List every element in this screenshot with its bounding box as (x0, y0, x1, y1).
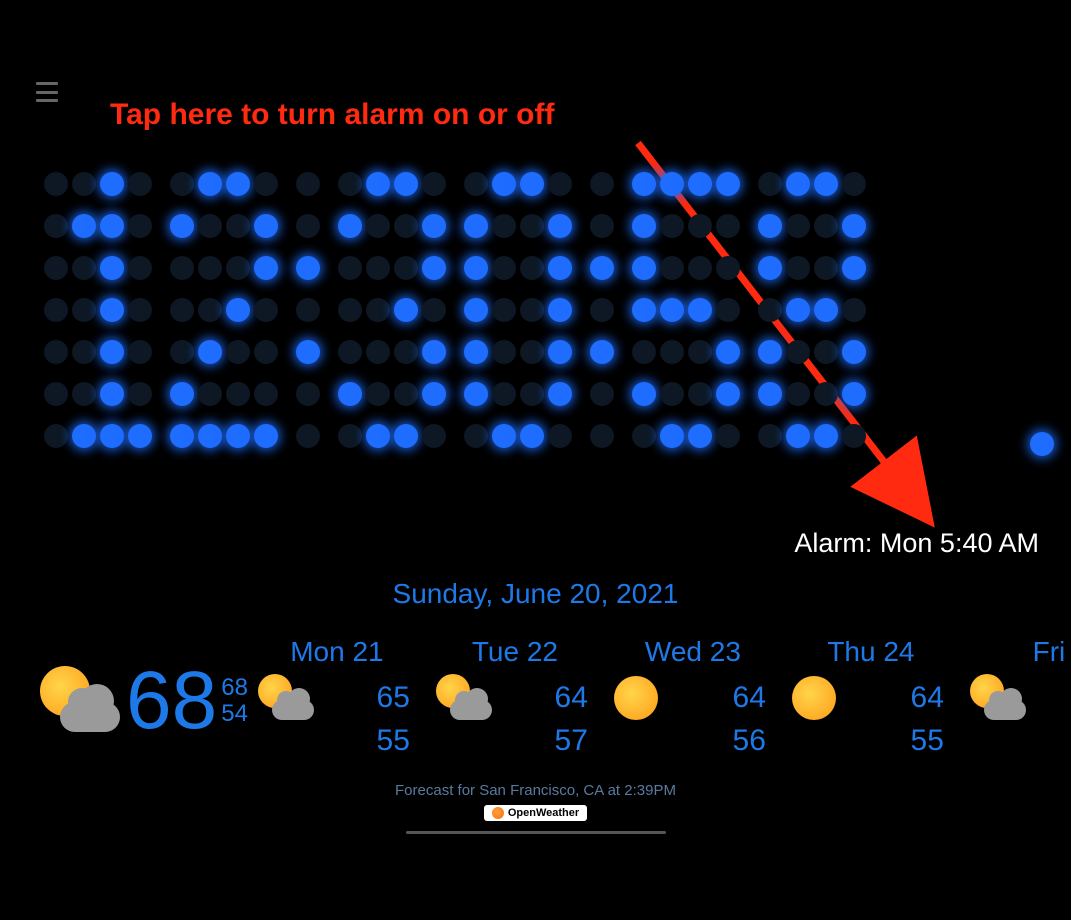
partly-cloudy-icon (434, 674, 492, 722)
forecast-day-label: Tue 22 (472, 636, 558, 668)
forecast-footer: Forecast for San Francisco, CA at 2:39PM… (0, 782, 1071, 834)
forecast-high: 64 (911, 681, 944, 715)
forecast-high: 64 (555, 681, 588, 715)
openweather-badge[interactable]: OpenWeather (484, 805, 587, 821)
alarm-time: Mon 5:40 AM (880, 528, 1039, 558)
clock-colon (296, 172, 320, 448)
forecast-day: Fri (960, 636, 1071, 758)
today-temp: 68 (126, 660, 217, 742)
partly-cloudy-icon (36, 666, 120, 736)
clock-colon (590, 172, 614, 448)
clock-digit (170, 172, 278, 448)
annotation-text: Tap here to turn alarm on or off (110, 98, 554, 132)
forecast-day: Mon 21 65 55 (248, 636, 426, 758)
alarm-toggle[interactable]: Alarm: Mon 5:40 AM (794, 528, 1039, 559)
forecast-source-text: Forecast for San Francisco, CA at 2:39PM (0, 782, 1071, 799)
forecast-day: Thu 24 64 55 (782, 636, 960, 758)
forecast-low: 57 (555, 724, 604, 758)
partly-cloudy-icon (968, 674, 1026, 722)
scroll-indicator (406, 831, 666, 834)
openweather-label: OpenWeather (508, 807, 579, 819)
pm-indicator-dot (1030, 432, 1054, 456)
today-weather: 68 68 54 (36, 660, 248, 742)
forecast-day-label: Thu 24 (827, 636, 914, 668)
forecast-low: 55 (911, 724, 960, 758)
forecast-day: Tue 22 64 57 (426, 636, 604, 758)
today-high: 68 (221, 675, 248, 701)
clock-digit (44, 172, 152, 448)
forecast-low: 55 (377, 724, 426, 758)
forecast-row[interactable]: 68 68 54 Mon 216555Tue 226457Wed 236456T… (36, 636, 1071, 758)
forecast-low: 56 (733, 724, 782, 758)
menu-button[interactable] (36, 82, 60, 102)
forecast-high: 64 (733, 681, 766, 715)
sunny-icon (790, 674, 838, 722)
date-label: Sunday, June 20, 2021 (0, 578, 1071, 610)
forecast-high: 65 (377, 681, 410, 715)
partly-cloudy-icon (256, 674, 314, 722)
alarm-prefix: Alarm: (794, 528, 872, 558)
forecast-day: Wed 23 64 56 (604, 636, 782, 758)
forecast-day-label: Mon 21 (290, 636, 383, 668)
clock-display (44, 172, 866, 448)
clock-digit (758, 172, 866, 448)
sunny-icon (612, 674, 660, 722)
today-low: 54 (221, 701, 248, 727)
forecast-day-label: Wed 23 (645, 636, 741, 668)
clock-digit (632, 172, 740, 448)
openweather-icon (492, 807, 504, 819)
forecast-day-label: Fri (1033, 636, 1066, 668)
clock-digit (464, 172, 572, 448)
clock-digit (338, 172, 446, 448)
